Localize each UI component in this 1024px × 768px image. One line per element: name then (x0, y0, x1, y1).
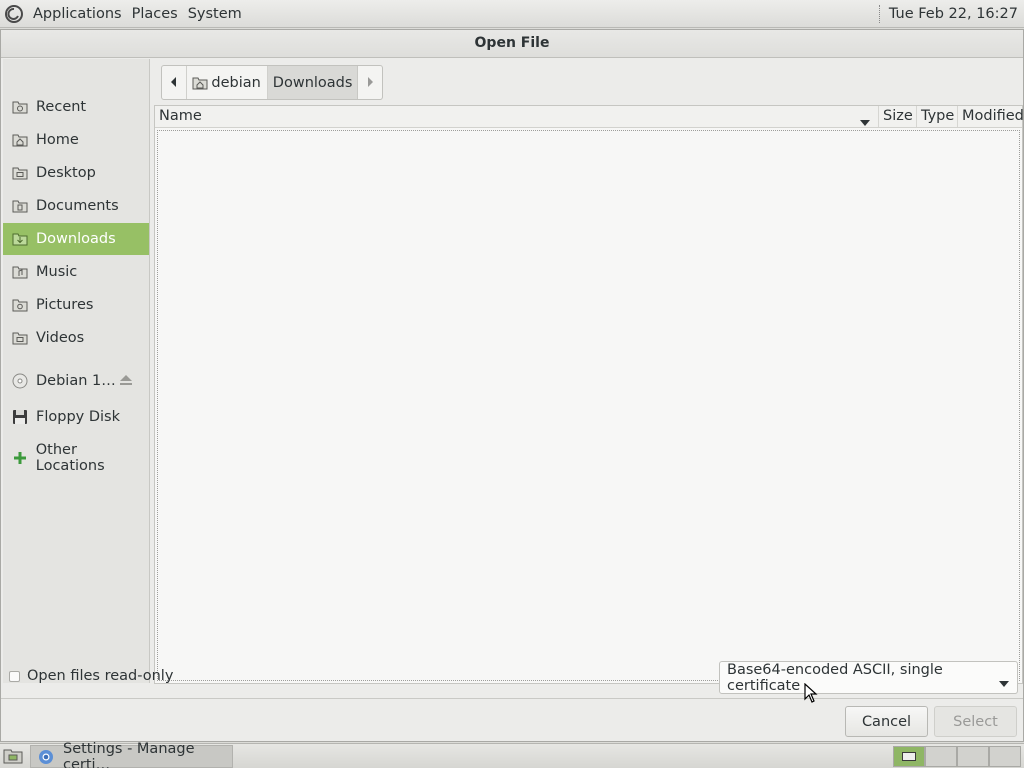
sidebar-item-downloads[interactable]: Downloads (3, 223, 149, 255)
chromium-icon (38, 749, 54, 765)
sidebar-item-label: Music (36, 264, 78, 280)
sidebar-item-label: Floppy Disk (36, 409, 120, 425)
file-list-body[interactable] (157, 130, 1020, 681)
workspace-switcher (893, 746, 1021, 767)
chevron-down-icon (999, 675, 1009, 691)
applications-menu[interactable]: Applications (28, 0, 127, 28)
home-folder-icon (192, 76, 208, 90)
sidebar-item-label: Other Locations (35, 442, 105, 474)
workspace-4[interactable] (989, 746, 1021, 767)
videos-folder-icon (11, 329, 29, 347)
crumb-label: debian (211, 74, 261, 91)
file-list[interactable]: Name Size Type Modified (154, 105, 1024, 684)
sidebar-item-home[interactable]: Home (3, 124, 149, 156)
window-thumbnail-icon (902, 752, 916, 761)
dialog-title[interactable]: Open File (1, 30, 1023, 58)
sidebar-item-recent[interactable]: Recent (3, 91, 149, 123)
chevron-right-icon (366, 75, 374, 91)
sidebar-item-other-locations[interactable]: Other Locations (3, 442, 149, 474)
path-bar: debian Downloads (161, 65, 383, 100)
pictures-folder-icon (11, 296, 29, 314)
sidebar-item-label: Pictures (36, 297, 94, 313)
places-menu[interactable]: Places (127, 0, 183, 28)
optical-disc-icon (11, 372, 29, 390)
sidebar-item-debian-disc[interactable]: Debian 1… (3, 365, 149, 397)
sidebar-item-videos[interactable]: Videos (3, 322, 149, 354)
desktop-folder-icon (11, 164, 29, 182)
sidebar-item-label: Desktop (36, 165, 96, 181)
workspace-3[interactable] (957, 746, 989, 767)
sidebar-item-desktop[interactable]: Desktop (3, 157, 149, 189)
workspace-2[interactable] (925, 746, 957, 767)
sidebar-item-floppy-disk[interactable]: Floppy Disk (3, 401, 149, 433)
music-folder-icon (11, 263, 29, 281)
read-only-checkbox[interactable] (9, 670, 20, 682)
bottom-panel: Settings - Manage certi… (0, 741, 1024, 768)
home-folder-icon (11, 131, 29, 149)
sidebar-item-label: Recent (36, 99, 87, 115)
crumb-label: Downloads (272, 74, 353, 91)
filter-selected-value: Base64-encoded ASCII, single certificate (727, 661, 943, 694)
panel-separator (878, 4, 881, 23)
places-sidebar: Recent Home Desktop Documents Downloads (3, 59, 150, 683)
eject-icon[interactable] (119, 374, 133, 390)
path-forward-button[interactable] (358, 66, 382, 99)
chevron-left-icon (170, 75, 178, 91)
button-area-divider (1, 698, 1023, 699)
show-desktop-icon[interactable] (3, 748, 23, 768)
taskbar-item-label: Settings - Manage certi… (63, 740, 195, 768)
sidebar-item-music[interactable]: Music (3, 256, 149, 288)
recent-folder-icon (11, 98, 29, 116)
clock[interactable]: Tue Feb 22, 16:27 (889, 6, 1024, 22)
read-only-label[interactable]: Open files read-only (27, 668, 173, 684)
top-panel: Applications Places System Tue Feb 22, 1… (0, 0, 1024, 28)
open-file-dialog: Open File Recent Home Desktop Documents (0, 29, 1024, 742)
sidebar-item-pictures[interactable]: Pictures (3, 289, 149, 321)
crumb-downloads[interactable]: Downloads (267, 66, 359, 99)
debian-logo-icon[interactable] (0, 0, 28, 28)
sidebar-item-label: Home (36, 132, 79, 148)
path-back-button[interactable] (162, 66, 188, 99)
cancel-button[interactable]: Cancel (845, 706, 928, 737)
read-only-option[interactable]: Open files read-only (9, 666, 173, 686)
sidebar-item-label: Downloads (36, 231, 116, 247)
system-menu[interactable]: System (183, 0, 247, 28)
floppy-disk-icon (11, 408, 29, 426)
crumb-debian[interactable]: debian (187, 66, 268, 99)
column-type[interactable]: Type (916, 106, 957, 127)
mouse-cursor-icon (804, 682, 818, 707)
sidebar-item-label: Videos (36, 330, 85, 346)
column-header-row: Name Size Type Modified (155, 106, 1024, 128)
workspace-1[interactable] (893, 746, 925, 767)
sidebar-item-documents[interactable]: Documents (3, 190, 149, 222)
sidebar-item-label: Debian 1… (36, 373, 116, 389)
taskbar-item-settings[interactable]: Settings - Manage certi… (30, 741, 233, 768)
downloads-folder-icon (11, 230, 29, 248)
column-modified[interactable]: Modified (957, 106, 1024, 127)
file-type-filter-select[interactable]: Base64-encoded ASCII, single certificate (719, 661, 1018, 694)
plus-icon (11, 449, 29, 467)
column-size[interactable]: Size (878, 106, 916, 127)
documents-folder-icon (11, 197, 29, 215)
column-name[interactable]: Name (155, 106, 878, 127)
sidebar-item-label: Documents (36, 198, 119, 214)
select-button[interactable]: Select (934, 706, 1017, 737)
